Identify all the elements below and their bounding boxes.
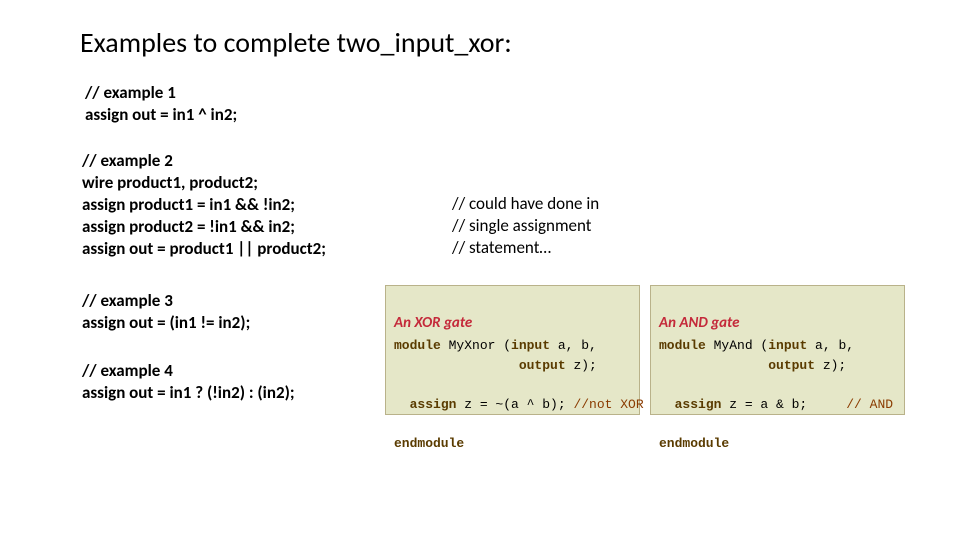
example-3: // example 3 assign out = (in1 != in2); <box>82 290 250 334</box>
and-code-box: An AND gatemodule MyAnd (input a, b, out… <box>650 285 905 415</box>
example-2-note: // could have done in // single assignme… <box>452 193 599 259</box>
example-4: // example 4 assign out = in1 ? (!in2) :… <box>82 360 295 404</box>
slide-title: Examples to complete two_input_xor: <box>80 25 512 60</box>
and-title: An AND gate <box>659 312 896 335</box>
example-2: // example 2 wire product1, product2; as… <box>82 150 326 260</box>
xor-title: An XOR gate <box>394 312 631 335</box>
xor-code-box: An XOR gatemodule MyXnor (input a, b, ou… <box>385 285 640 415</box>
example-1: // example 1 assign out = in1 ^ in2; <box>85 82 237 126</box>
